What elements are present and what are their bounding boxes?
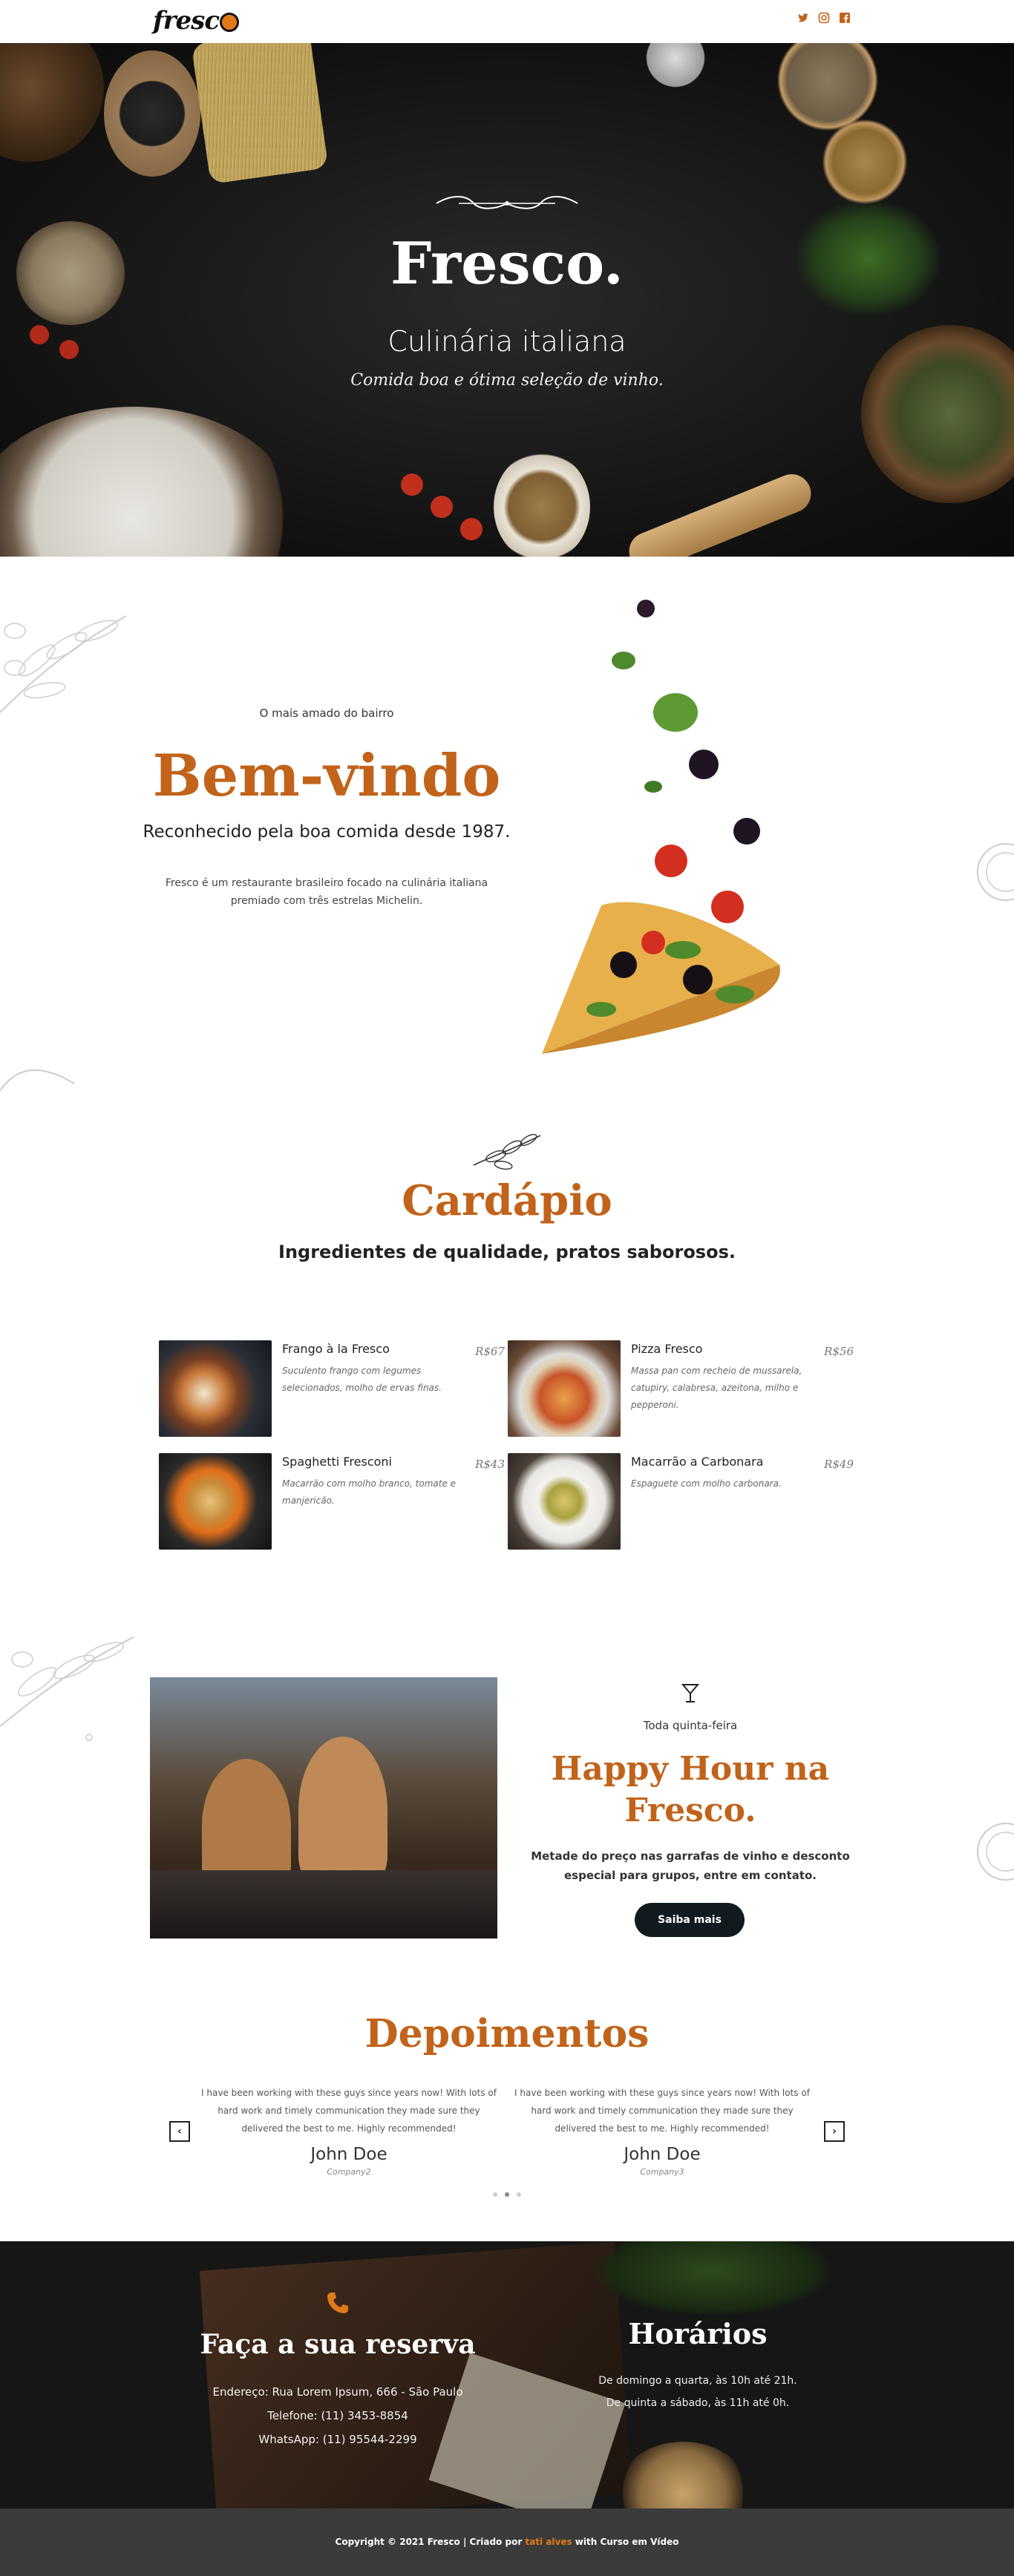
reservation-section: Faça a sua reserva Endereço: Rua Lorem I… (0, 2241, 1014, 2508)
dish-photo (508, 1453, 621, 1550)
happy-hour-photo (150, 1677, 497, 1938)
oregano-spoon-decoration (494, 451, 590, 557)
lemon-sketch-decoration (977, 1823, 1014, 1881)
top-navbar: fresc (0, 0, 1014, 43)
footer: Copyright © 2021 Fresco | Criado por tat… (0, 2508, 1014, 2576)
twitter-icon[interactable] (797, 12, 809, 24)
menu-subtitle: Ingredientes de qualidade, pratos saboro… (278, 1242, 736, 1262)
flour-bowl-decoration (0, 407, 297, 557)
lemon-sketch-decoration (977, 843, 1014, 901)
menu-item[interactable]: Macarrão a Carbonara R$49 Espaguete com … (508, 1453, 854, 1550)
dish-name: Pizza Fresco (631, 1342, 703, 1356)
hours-line: De domingo a quarta, às 10h até 21h. (598, 2375, 797, 2387)
logo-pizza-icon (220, 13, 240, 32)
carousel-dot[interactable] (517, 2192, 521, 2197)
background-bowl-decoration (616, 2442, 750, 2508)
pasta-decoration (191, 43, 329, 185)
dish-name: Spaghetti Fresconi (282, 1455, 392, 1469)
menu-item[interactable]: Spaghetti Fresconi R$43 Macarrão com mol… (159, 1453, 505, 1550)
testimonial-company: Company2 (327, 2167, 371, 2177)
whatsapp-text: WhatsApp: (11) 95544-2299 (258, 2433, 417, 2446)
social-links (797, 12, 851, 24)
pepper-spoon-decoration (104, 50, 200, 177)
copyright-text: Copyright © 2021 Fresco | Criado por (335, 2537, 523, 2547)
testimonial-author: John Doe (310, 2145, 387, 2164)
dish-description: Massa pan com recheio de mussarela, catu… (631, 1366, 802, 1410)
hero-title: Fresco. (390, 230, 624, 298)
dish-description: Macarrão com molho branco, tomate e manj… (282, 1478, 457, 1506)
testimonials-section: Depoimentos ‹ I have been working with t… (0, 1967, 1014, 2241)
welcome-subtitle: Reconhecido pela boa comida desde 1987. (143, 822, 511, 842)
address-text: Endereço: Rua Lorem Ipsum, 666 - São Pau… (212, 2385, 463, 2399)
leaf-sketch-decoration (0, 1069, 75, 1091)
phone-icon (327, 2292, 348, 2313)
flying-pizza-image (542, 600, 780, 1054)
hours-title: Horários (628, 2317, 768, 2350)
welcome-body: Fresco é um restaurante brasileiro focad… (165, 877, 488, 907)
carousel-dots (493, 2192, 521, 2197)
rolling-pin-decoration (623, 468, 817, 557)
dish-photo (159, 1453, 272, 1550)
menu-title: Cardápio (402, 1176, 612, 1225)
happy-hour-body: Metade do preço nas garrafas de vinho e … (531, 1849, 850, 1882)
welcome-kicker: O mais amado do bairro (259, 707, 394, 720)
testimonial-card: I have been working with these guys sinc… (200, 2084, 497, 2177)
tomato-decoration (431, 496, 453, 518)
happy-hour-title: Happy Hour na Fresco. (551, 1750, 830, 1829)
hero-tagline: Comida boa e ótima seleção de vinho. (350, 371, 664, 390)
olive-branch-decoration (0, 1636, 134, 1741)
testimonial-card: I have been working with these guys sinc… (514, 2084, 811, 2177)
photo-person (298, 1737, 387, 1885)
seed-spoon-decoration (817, 110, 913, 214)
dish-description: Espaguete com molho carbonara. (631, 1478, 782, 1489)
menu-item[interactable]: Pizza Fresco R$56 Massa pan com recheio … (508, 1340, 854, 1437)
welcome-title: Bem-vindo (152, 742, 501, 810)
spice-bowl-decoration (0, 43, 104, 162)
testimonials-title: Depoimentos (364, 2011, 650, 2056)
herb-sketch-icon (473, 1133, 541, 1170)
welcome-section: O mais amado do bairro Bem-vindo Reconhe… (0, 557, 1014, 1091)
learn-more-button[interactable]: Saiba mais (635, 1903, 745, 1937)
instagram-icon[interactable] (818, 12, 830, 24)
dish-price: R$49 (824, 1458, 854, 1471)
reservation-title: Faça a sua reserva (200, 2329, 476, 2360)
carousel-dot[interactable] (493, 2192, 497, 2197)
tomato-decoration (401, 473, 423, 496)
dish-price: R$67 (475, 1345, 505, 1358)
photo-table (150, 1870, 497, 1938)
author-link[interactable]: tati alves (525, 2537, 572, 2547)
carousel-next-button[interactable]: › (824, 2121, 845, 2142)
menu-section: Cardápio Ingredientes de qualidade, prat… (0, 1091, 1014, 1610)
dish-name: Macarrão a Carbonara (631, 1455, 764, 1469)
tomato-decoration (460, 518, 483, 540)
dish-photo (508, 1340, 621, 1437)
testimonial-quote: I have been working with these guys sinc… (201, 2088, 497, 2134)
background-herbs-decoration (594, 2241, 831, 2316)
happy-hour-section: Toda quinta-feira Happy Hour na Fresco. … (0, 1610, 1014, 1967)
happy-hour-kicker: Toda quinta-feira (643, 1719, 738, 1732)
bowl-decoration (638, 43, 713, 88)
credit-text: with Curso em Vídeo (575, 2537, 679, 2547)
testimonial-quote: I have been working with these guys sinc… (514, 2088, 810, 2134)
dish-price: R$56 (824, 1345, 854, 1358)
dish-description: Suculento frango com legumes selecionado… (282, 1366, 442, 1393)
hours-line: De quinta a sábado, às 11h até 0h. (606, 2397, 790, 2409)
dish-price: R$43 (475, 1458, 505, 1471)
carousel-prev-button[interactable]: ‹ (169, 2121, 190, 2142)
logo[interactable]: fresc (153, 6, 240, 36)
logo-text: fresc (153, 6, 220, 36)
dish-photo (159, 1340, 272, 1437)
hero-section: Fresco. Culinária italiana Comida boa e … (0, 43, 1014, 557)
menu-item[interactable]: Frango à la Fresco R$67 Suculento frango… (159, 1340, 505, 1437)
facebook-icon[interactable] (839, 12, 851, 24)
cocktail-glass-icon (681, 1684, 699, 1702)
phone-text: Telefone: (11) 3453-8854 (267, 2409, 408, 2422)
testimonial-company: Company3 (640, 2167, 684, 2177)
hero-subtitle: Culinária italiana (387, 325, 627, 358)
testimonial-author: John Doe (624, 2145, 701, 2164)
dish-name: Frango à la Fresco (282, 1342, 390, 1356)
flourish-ornament (436, 196, 578, 209)
carousel-dot-active[interactable] (505, 2192, 509, 2197)
